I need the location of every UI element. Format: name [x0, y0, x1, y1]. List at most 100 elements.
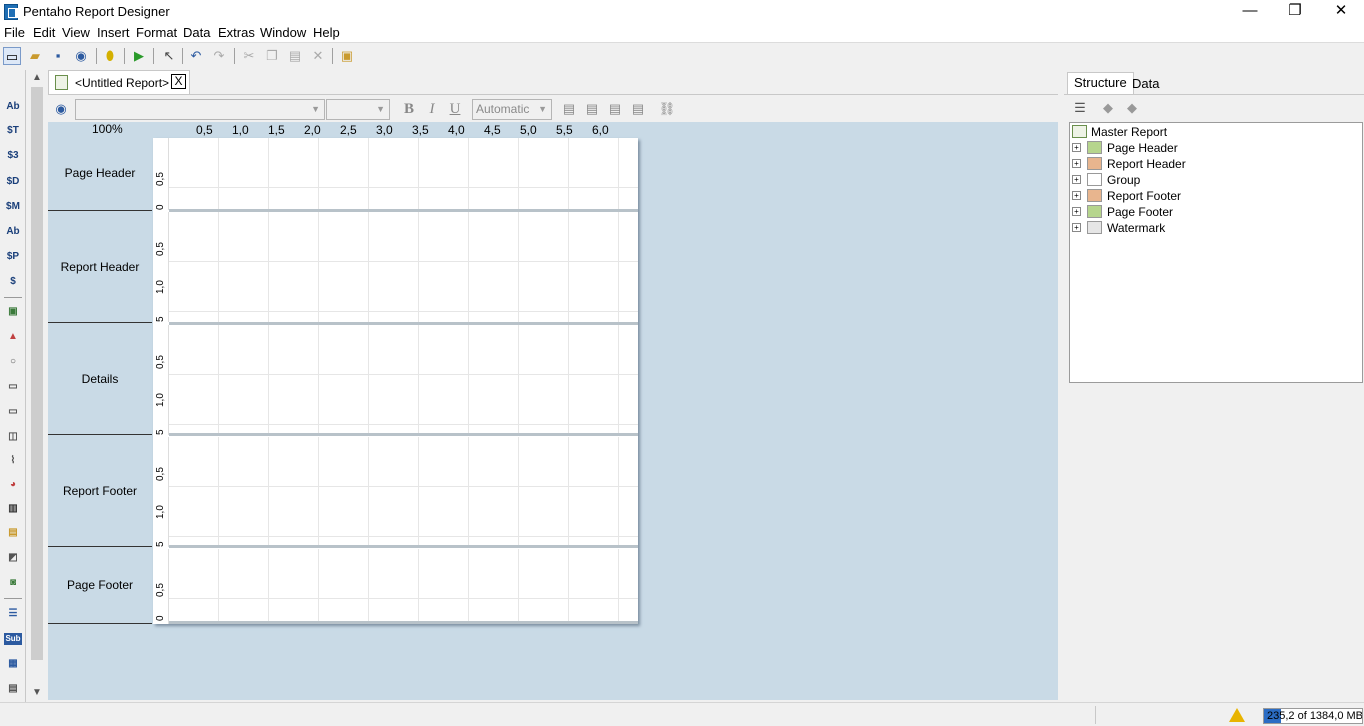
- tree-item-page-header[interactable]: + Page Header: [1072, 140, 1272, 156]
- table-of-contents-icon[interactable]: ▦: [4, 655, 22, 673]
- page-header-band[interactable]: [169, 138, 638, 209]
- underline-button[interactable]: U: [446, 100, 464, 118]
- open-folder-icon[interactable]: ▰: [26, 47, 44, 65]
- new-report-icon[interactable]: ▭: [3, 47, 21, 65]
- resource-field-icon[interactable]: $P: [4, 248, 22, 266]
- redo-icon[interactable]: ↷: [210, 47, 228, 65]
- visibility-eye-icon[interactable]: ◉: [52, 100, 70, 118]
- save-icon[interactable]: ▪: [49, 47, 67, 65]
- band-label-report-header[interactable]: Report Header: [48, 260, 152, 274]
- resource-label-icon[interactable]: Ab: [4, 223, 22, 241]
- image-field-icon[interactable]: ▣: [4, 303, 22, 321]
- memory-usage-indicator[interactable]: 235,2 of 1384,0 MB: [1263, 708, 1363, 724]
- italic-button[interactable]: I: [423, 100, 441, 118]
- menu-data[interactable]: Data: [183, 25, 210, 40]
- date-field-icon[interactable]: $D: [4, 173, 22, 191]
- expand-icon[interactable]: +: [1072, 191, 1081, 200]
- ellipse-icon[interactable]: ○: [4, 353, 22, 371]
- number-field-icon[interactable]: $3: [4, 147, 22, 165]
- expand-icon[interactable]: +: [1072, 143, 1081, 152]
- band-label-page-footer[interactable]: Page Footer: [48, 578, 152, 592]
- zoom-level[interactable]: 100%: [92, 122, 123, 136]
- report-header-band[interactable]: [169, 212, 638, 322]
- scroll-down-icon[interactable]: ▼: [31, 686, 43, 700]
- align-center-icon[interactable]: ▤: [583, 100, 601, 118]
- sparkline-pie-icon[interactable]: ◙: [4, 574, 22, 592]
- sparkline-line-icon[interactable]: ◩: [4, 549, 22, 567]
- close-tab-icon[interactable]: X: [171, 74, 186, 89]
- message-field-icon[interactable]: $M: [4, 198, 22, 216]
- band-icon[interactable]: ☰: [4, 605, 22, 623]
- tree-item-page-footer[interactable]: + Page Footer: [1072, 204, 1272, 220]
- tab-data[interactable]: Data: [1126, 74, 1165, 96]
- move-down-icon[interactable]: ◆: [1123, 99, 1141, 117]
- font-size-select[interactable]: ▼: [326, 99, 390, 120]
- subreport-icon[interactable]: Sub: [4, 633, 22, 645]
- details-band[interactable]: [169, 325, 638, 433]
- band-label-details[interactable]: Details: [48, 372, 152, 386]
- hyperlink-icon[interactable]: ⛓: [658, 100, 676, 118]
- menu-window[interactable]: Window: [260, 25, 306, 40]
- survey-scale-icon[interactable]: ⌇: [4, 452, 22, 470]
- expand-icon[interactable]: +: [1072, 175, 1081, 184]
- menu-help[interactable]: Help: [313, 25, 340, 40]
- text-color-select[interactable]: Automatic ▼: [472, 99, 552, 120]
- datasource-icon[interactable]: ⬮: [101, 47, 119, 65]
- image-icon[interactable]: ▲: [4, 328, 22, 346]
- chart-icon[interactable]: ◕: [4, 476, 22, 494]
- index-icon[interactable]: ▤: [4, 680, 22, 698]
- select-pointer-icon[interactable]: ↖: [160, 47, 178, 65]
- menu-insert[interactable]: Insert: [97, 25, 130, 40]
- menu-format[interactable]: Format: [136, 25, 177, 40]
- horizontal-line-icon[interactable]: ▭: [4, 403, 22, 421]
- palette-scrollbar[interactable]: ▲ ▼: [29, 70, 45, 702]
- cut-icon[interactable]: ✂: [240, 47, 258, 65]
- close-window-button[interactable]: ✕: [1318, 0, 1364, 24]
- report-wizard-icon[interactable]: ▣: [338, 47, 356, 65]
- tree-root[interactable]: Master Report: [1072, 124, 1272, 140]
- minimize-button[interactable]: —: [1227, 0, 1273, 24]
- menu-file[interactable]: File: [4, 25, 25, 40]
- report-footer-band[interactable]: [169, 437, 638, 545]
- menu-extras[interactable]: Extras: [218, 25, 255, 40]
- document-tab[interactable]: <Untitled Report> X: [48, 70, 190, 94]
- expand-icon[interactable]: +: [1072, 207, 1081, 216]
- tree-item-watermark[interactable]: + Watermark: [1072, 220, 1272, 236]
- expand-icon[interactable]: +: [1072, 223, 1081, 232]
- paste-icon[interactable]: ▤: [286, 47, 304, 65]
- band-label-report-footer[interactable]: Report Footer: [48, 484, 152, 498]
- warning-icon[interactable]: [1229, 708, 1245, 722]
- vertical-line-icon[interactable]: ◫: [4, 428, 22, 446]
- align-justify-icon[interactable]: ▤: [629, 100, 647, 118]
- scroll-up-icon[interactable]: ▲: [31, 71, 43, 85]
- barcode-icon[interactable]: ▥: [4, 500, 22, 518]
- bold-button[interactable]: B: [400, 100, 418, 118]
- tree-view-icon[interactable]: ☰: [1071, 99, 1089, 117]
- expand-icon[interactable]: +: [1072, 159, 1081, 168]
- publish-icon[interactable]: ◉: [72, 47, 90, 65]
- copy-icon[interactable]: ❐: [263, 47, 281, 65]
- page-footer-band[interactable]: [169, 549, 638, 621]
- sparkline-bar-icon[interactable]: ▤: [4, 524, 22, 542]
- delete-icon[interactable]: ✕: [309, 47, 327, 65]
- align-left-icon[interactable]: ▤: [560, 100, 578, 118]
- scrollbar-thumb[interactable]: [31, 87, 43, 660]
- tree-item-group[interactable]: + Group: [1072, 172, 1272, 188]
- maximize-button[interactable]: ❐: [1272, 0, 1318, 24]
- font-family-select[interactable]: ▼: [75, 99, 325, 120]
- text-field-icon[interactable]: $T: [4, 122, 22, 140]
- tab-structure[interactable]: Structure: [1067, 72, 1134, 94]
- label-element-icon[interactable]: Ab: [4, 98, 22, 116]
- menu-edit[interactable]: Edit: [33, 25, 55, 40]
- tree-item-report-footer[interactable]: + Report Footer: [1072, 188, 1272, 204]
- tree-item-report-header[interactable]: + Report Header: [1072, 156, 1272, 172]
- align-right-icon[interactable]: ▤: [606, 100, 624, 118]
- menu-view[interactable]: View: [62, 25, 90, 40]
- rectangle-icon[interactable]: ▭: [4, 378, 22, 396]
- structure-tree[interactable]: Master Report + Page Header + Report Hea…: [1069, 122, 1363, 383]
- undo-icon[interactable]: ↶: [187, 47, 205, 65]
- resource-message-icon[interactable]: $: [4, 273, 22, 291]
- move-up-icon[interactable]: ◆: [1099, 99, 1117, 117]
- band-label-page-header[interactable]: Page Header: [48, 166, 152, 180]
- run-icon[interactable]: ▶: [130, 47, 148, 65]
